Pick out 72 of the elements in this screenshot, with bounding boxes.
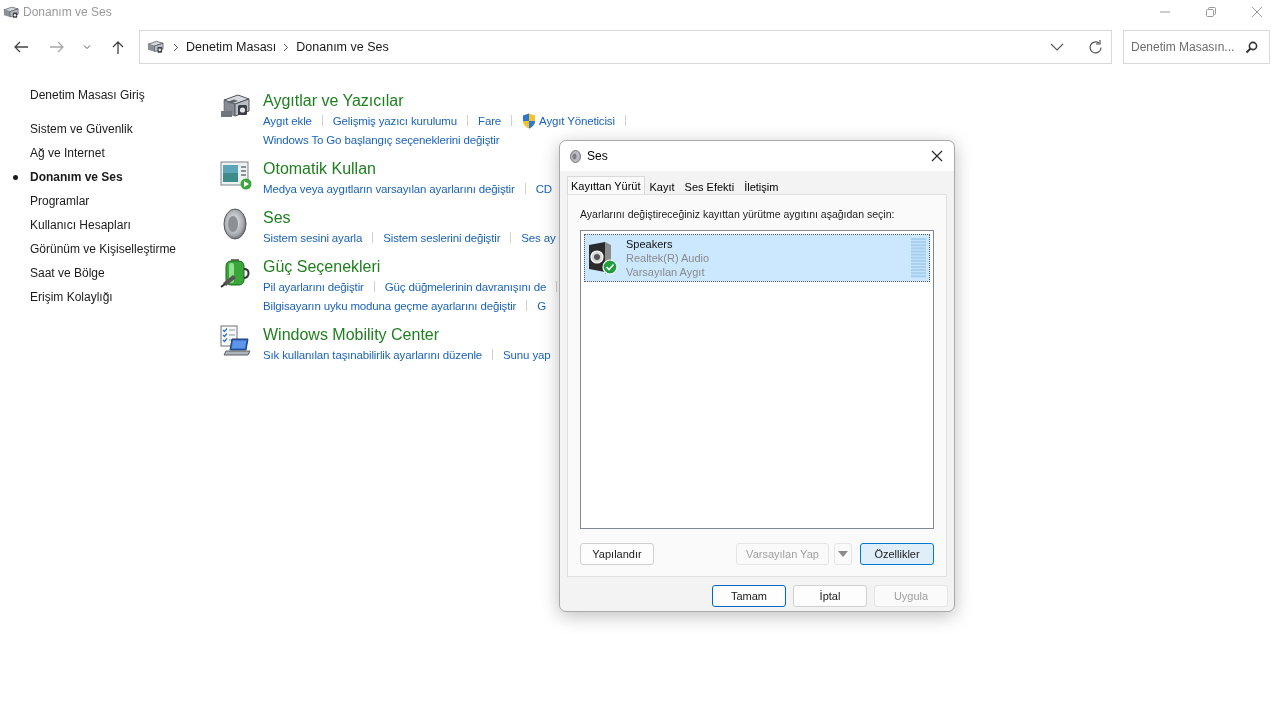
breadcrumb-item[interactable]: Donanım ve Ses xyxy=(296,40,389,54)
sidebar-link[interactable]: Erişim Kolaylığı xyxy=(30,290,113,304)
category-title[interactable]: Güç Seçenekleri xyxy=(263,257,381,277)
dialog-button[interactable]: Tamam xyxy=(712,585,786,607)
window-title: Donanım ve Ses xyxy=(23,5,112,19)
task-link[interactable]: Aygıt Yöneticisi xyxy=(522,112,615,129)
up-arrow-icon xyxy=(110,40,126,54)
task-link[interactable]: G xyxy=(537,299,547,312)
task-link[interactable]: Bilgisayarın uyku moduna geçme ayarlarını değiştir xyxy=(263,299,517,312)
task-link[interactable]: Sık kullanılan taşınabilirlik ayarlarını düzenle xyxy=(263,348,483,361)
device-status: Varsayılan Aygıt xyxy=(626,265,706,279)
task-link[interactable]: Pil ayarlarını değiştir xyxy=(263,280,364,293)
sidebar-link[interactable]: Sistem ve Güvenlik xyxy=(30,122,133,136)
refresh-icon xyxy=(1087,38,1104,56)
sidebar-link[interactable]: Kullanıcı Hesapları xyxy=(30,218,131,232)
category-title[interactable]: Ses xyxy=(263,208,291,228)
close-icon xyxy=(931,150,943,162)
search-field[interactable]: Denetim Masasın... xyxy=(1123,30,1270,64)
breadcrumb-item[interactable]: Denetim Masası xyxy=(186,40,277,54)
sidebar-link[interactable]: Denetim Masası Giriş xyxy=(30,88,145,102)
dialog-title: Ses xyxy=(587,149,608,163)
restore-icon xyxy=(1205,6,1217,18)
printer-icon xyxy=(3,5,19,19)
chevron-down-icon xyxy=(1050,42,1064,52)
search-icon xyxy=(1245,41,1258,54)
close-icon xyxy=(1251,6,1263,18)
shield-icon xyxy=(522,112,537,129)
left-arrow-icon xyxy=(13,40,29,54)
sidebar-link[interactable]: Programlar xyxy=(30,194,90,208)
device-item[interactable]: Speakers Realtek(R) Audio Varsayılan Aygıt xyxy=(584,234,930,282)
dropdown-button[interactable] xyxy=(1050,42,1064,52)
task-link[interactable]: Windows To Go başlangıç seçeneklerini değiştir xyxy=(263,133,500,146)
category-title[interactable]: Otomatik Kullan xyxy=(263,159,376,179)
category-title[interactable]: Aygıtlar ve Yazıcılar xyxy=(263,91,404,111)
device-name: Speakers xyxy=(626,237,674,251)
task-link[interactable]: Fare xyxy=(478,114,502,127)
bullet-icon xyxy=(12,174,18,180)
action-button[interactable]: Yapılandır xyxy=(580,543,654,565)
device-driver: Realtek(R) Audio xyxy=(626,251,710,265)
instruction-text: Ayarlarını değiştireceğiniz kayıttan yürütme aygıtını aşağıdan seçin: xyxy=(580,208,896,220)
sidebar-link[interactable]: Donanım ve Ses xyxy=(30,170,123,184)
window-play-icon xyxy=(220,159,252,191)
address-bar[interactable]: Denetim Masası Donanım ve Ses xyxy=(139,30,1112,64)
printer-icon xyxy=(147,40,164,54)
action-button[interactable]: Özellikler xyxy=(860,543,934,565)
right-arrow-icon xyxy=(49,40,65,54)
refresh-button[interactable] xyxy=(1087,38,1104,56)
laptop-checklist-icon xyxy=(220,325,252,357)
category-title[interactable]: Windows Mobility Center xyxy=(263,325,440,345)
dialog-tab[interactable]: Ses Efekti xyxy=(679,178,740,194)
dialog-tab[interactable]: İletişim xyxy=(739,178,784,194)
task-link[interactable]: Aygıt ekle xyxy=(263,114,312,127)
task-link[interactable]: Medya veya aygıtların varsayılan ayarlarını değiştir xyxy=(263,182,515,195)
level-meter-icon xyxy=(911,238,926,278)
task-link[interactable]: Ses ay xyxy=(521,231,556,244)
sidebar-link[interactable]: Ağ ve Internet xyxy=(30,146,105,160)
sidebar-link[interactable]: Görünüm ve Kişiselleştirme xyxy=(30,242,177,256)
caret-icon xyxy=(838,551,848,557)
task-link[interactable]: Gelişmiş yazıcı kurulumu xyxy=(332,114,457,127)
chevron-icon xyxy=(173,42,179,52)
dialog-tab[interactable]: Kayıttan Yürüt xyxy=(567,176,645,194)
sidebar-link[interactable]: Saat ve Bölge xyxy=(30,266,105,280)
chevron-icon xyxy=(283,42,290,52)
dialog-button[interactable]: İptal xyxy=(793,585,867,607)
task-link[interactable]: Güç düğmelerinin davranışını de xyxy=(384,280,547,293)
speaker-icon xyxy=(569,149,581,163)
task-link[interactable]: Sistem seslerini değiştir xyxy=(383,231,501,244)
task-link[interactable]: Sunu yap xyxy=(503,348,551,361)
battery-plug-icon xyxy=(220,257,252,289)
task-link[interactable]: Sistem sesini ayarla xyxy=(263,231,363,244)
dialog-tab[interactable]: Kayıt xyxy=(644,178,680,194)
task-link[interactable]: CD xyxy=(535,182,553,195)
